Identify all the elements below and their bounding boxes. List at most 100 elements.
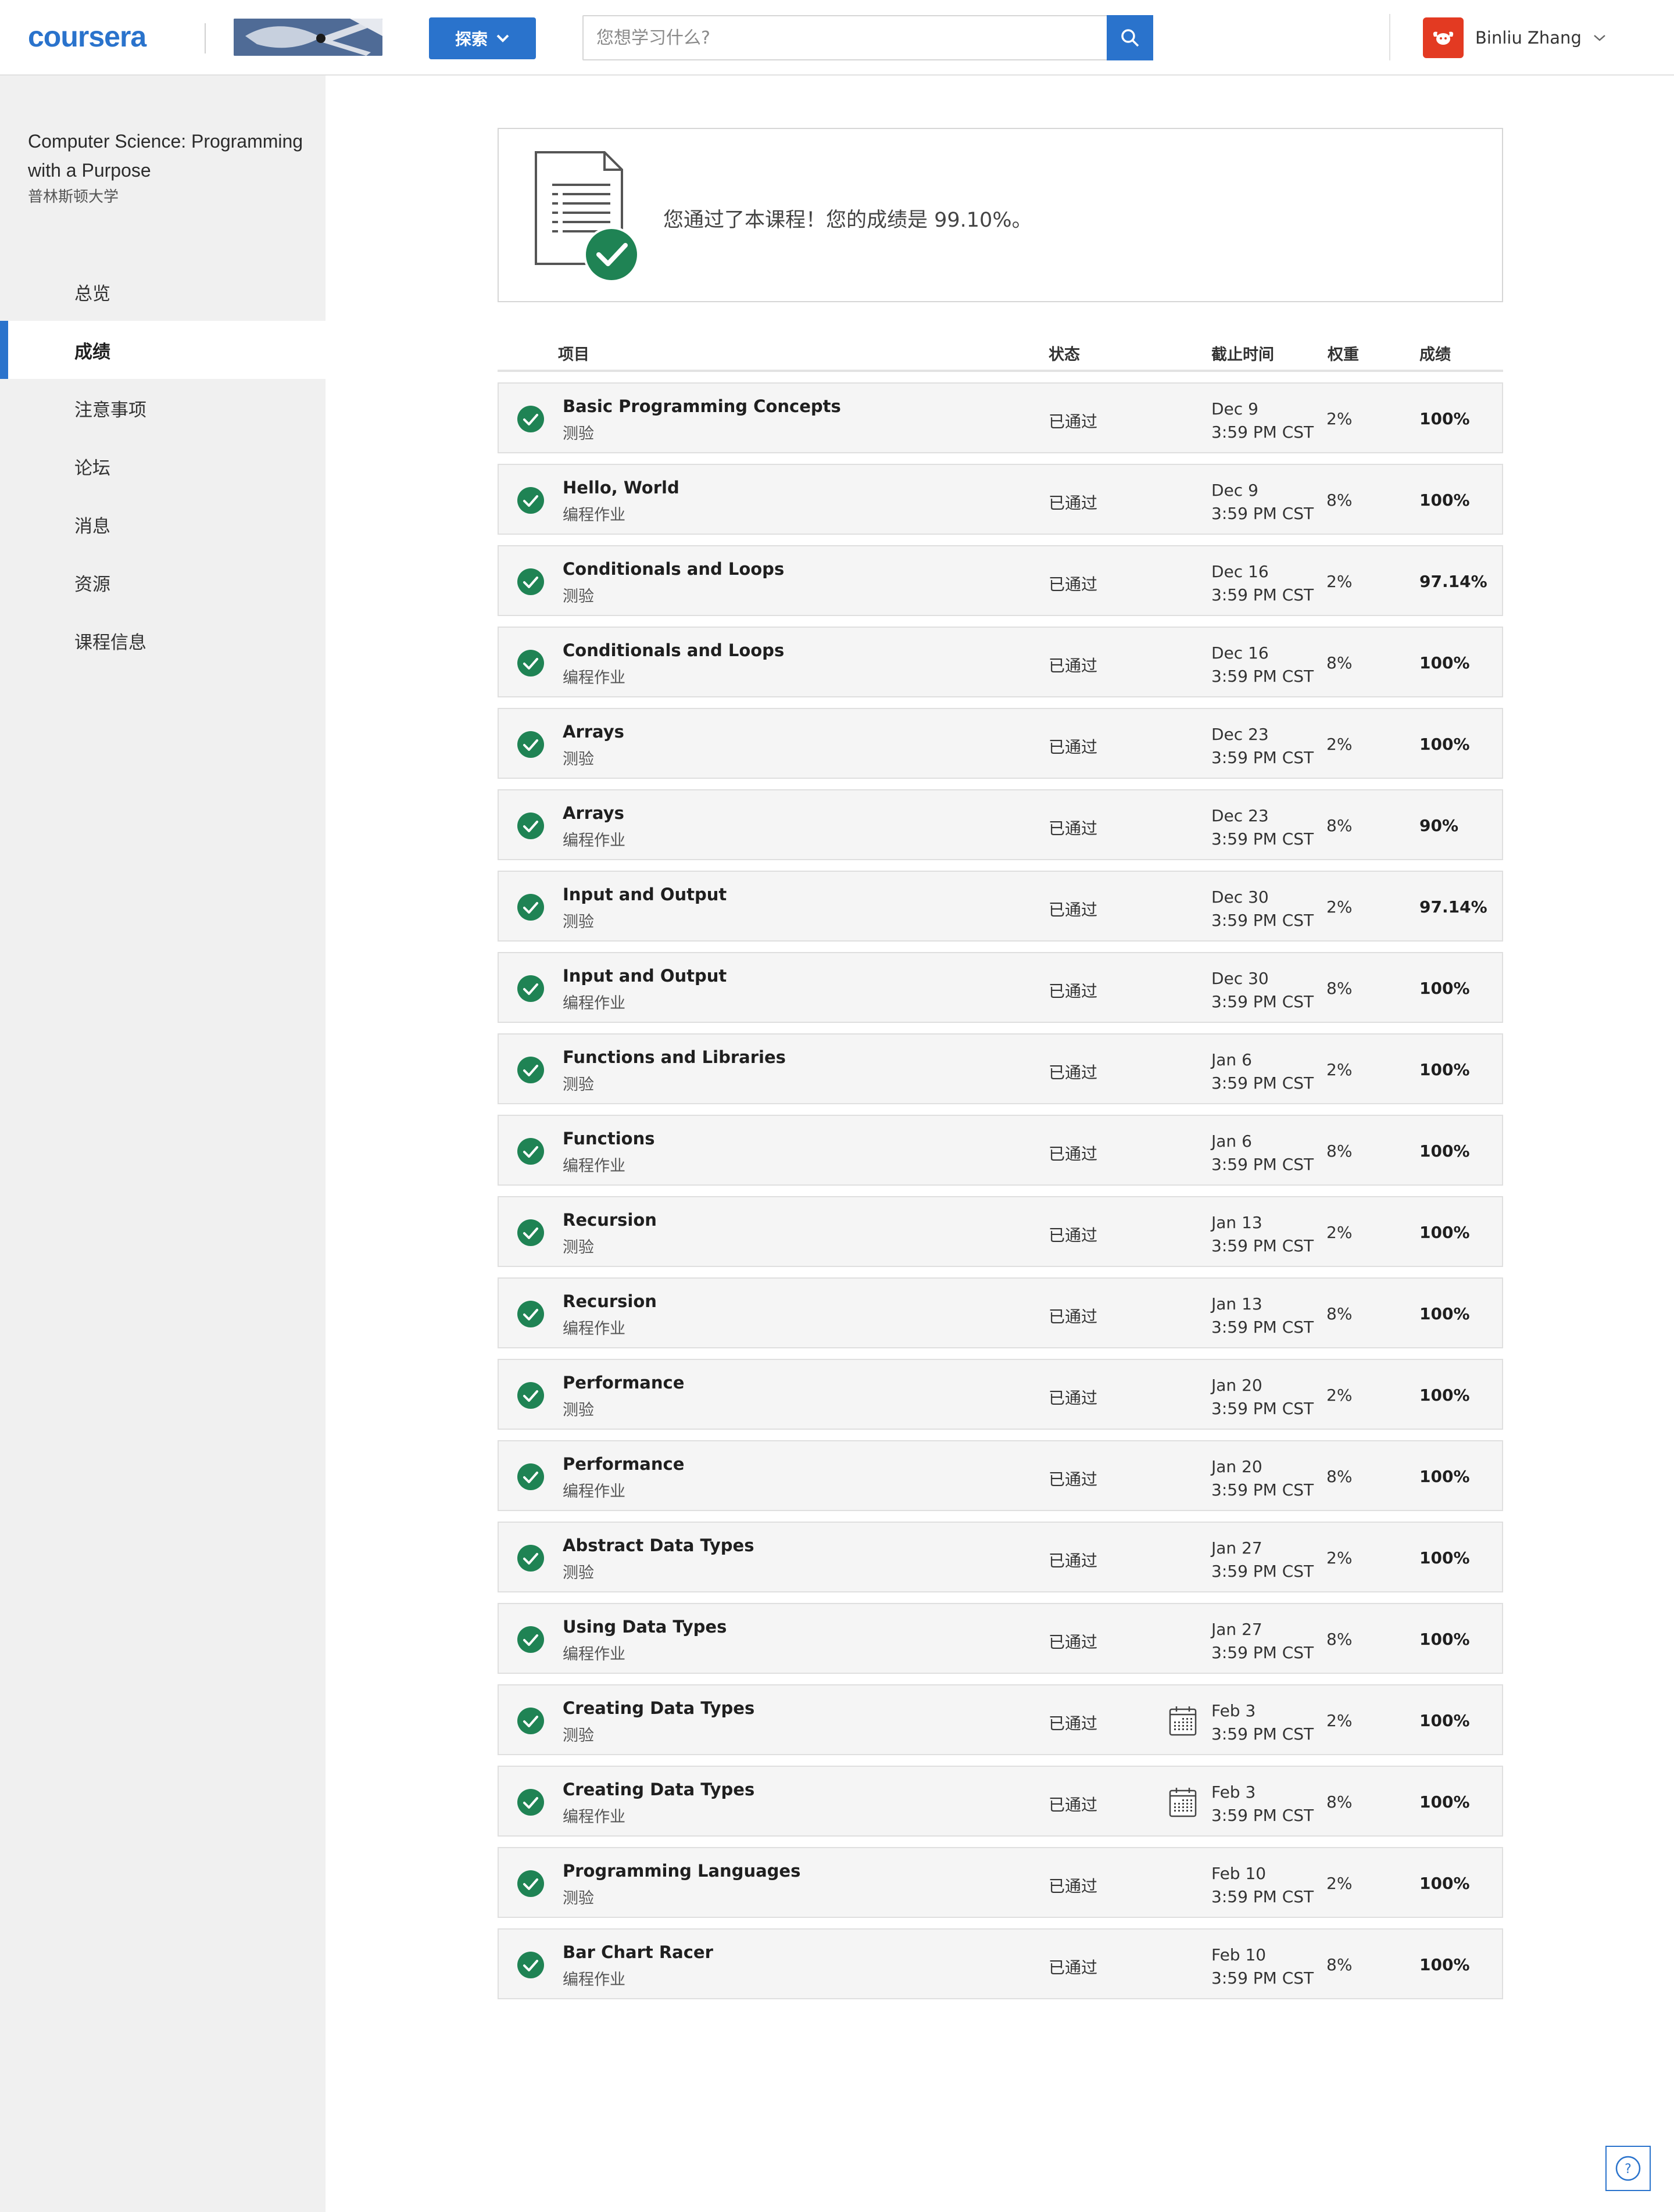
item-name[interactable]: Conditionals and Loops bbox=[563, 559, 784, 579]
item-status: 已通过 bbox=[1049, 412, 1098, 431]
table-row[interactable]: Hello, World 编程作业 已通过 Dec 9 3:59 PM CST 8% 100… bbox=[498, 464, 1503, 535]
coursera-logo[interactable]: coursera bbox=[28, 20, 146, 53]
course-title[interactable]: Computer Science: Programming with a Pur… bbox=[28, 127, 307, 185]
due-day: Jan 27 bbox=[1211, 1538, 1262, 1558]
item-name[interactable]: Performance bbox=[563, 1373, 684, 1393]
search-button[interactable] bbox=[1107, 15, 1153, 60]
item-status: 已通过 bbox=[1049, 1633, 1098, 1652]
check-circle-icon bbox=[517, 1219, 544, 1246]
item-name[interactable]: Basic Programming Concepts bbox=[563, 396, 841, 416]
item-weight: 8% bbox=[1326, 1467, 1353, 1486]
sidebar-item-6[interactable]: 课程信息 bbox=[0, 611, 326, 670]
item-name[interactable]: Creating Data Types bbox=[563, 1780, 754, 1799]
help-button[interactable]: ? bbox=[1605, 2146, 1651, 2191]
item-name[interactable]: Conditionals and Loops bbox=[563, 640, 784, 660]
due-date: Dec 9 3:59 PM CST bbox=[1211, 398, 1314, 444]
certificate-check-icon bbox=[535, 151, 639, 282]
table-row[interactable]: Abstract Data Types 测验 已通过 Jan 27 3:59 PM CS… bbox=[498, 1522, 1503, 1592]
item-name[interactable]: Hello, World bbox=[563, 478, 679, 497]
item-name[interactable]: Abstract Data Types bbox=[563, 1535, 754, 1555]
table-row[interactable]: Recursion 测验 已通过 Jan 13 3:59 PM CST 2% 100% bbox=[498, 1196, 1503, 1267]
item-name[interactable]: Recursion bbox=[563, 1291, 657, 1311]
table-row[interactable]: Recursion 编程作业 已通过 Jan 13 3:59 PM CST 8% 100% bbox=[498, 1277, 1503, 1348]
user-menu[interactable]: Binliu Zhang bbox=[1423, 17, 1606, 58]
pass-message: 您通过了本课程！您的成绩是 99.10%。 bbox=[663, 209, 1032, 232]
item-grade: 97.14% bbox=[1419, 572, 1487, 591]
item-weight: 2% bbox=[1326, 1223, 1353, 1242]
item-type: 测验 bbox=[563, 425, 594, 443]
due-day: Dec 30 bbox=[1211, 969, 1269, 988]
calendar-icon[interactable] bbox=[1168, 1705, 1197, 1737]
due-day: Dec 23 bbox=[1211, 725, 1269, 744]
explore-label: 探索 bbox=[455, 30, 488, 49]
item-grade: 100% bbox=[1419, 1223, 1470, 1242]
sidebar-item-label: 课程信息 bbox=[74, 632, 146, 653]
table-row[interactable]: Functions and Libraries 测验 已通过 Jan 6 3:59 PM… bbox=[498, 1033, 1503, 1104]
table-row[interactable]: Arrays 编程作业 已通过 Dec 23 3:59 PM CST 8% 90% bbox=[498, 789, 1503, 860]
sidebar-item-4[interactable]: 消息 bbox=[0, 495, 326, 553]
item-type: 编程作业 bbox=[563, 1971, 625, 1989]
item-name[interactable]: Recursion bbox=[563, 1210, 657, 1230]
table-row[interactable]: Functions 编程作业 已通过 Jan 6 3:59 PM CST 8% 100% bbox=[498, 1115, 1503, 1186]
table-row[interactable]: Input and Output 编程作业 已通过 Dec 30 3:59 PM CST… bbox=[498, 952, 1503, 1023]
search-input[interactable] bbox=[584, 16, 1104, 59]
table-row[interactable]: Conditionals and Loops 编程作业 已通过 Dec 16 3:59 … bbox=[498, 627, 1503, 697]
due-time: 3:59 PM CST bbox=[1211, 504, 1314, 523]
due-date: Jan 27 3:59 PM CST bbox=[1211, 1537, 1314, 1583]
item-name[interactable]: Functions and Libraries bbox=[563, 1047, 786, 1067]
due-date: Feb 3 3:59 PM CST bbox=[1211, 1781, 1314, 1827]
table-row[interactable]: Using Data Types 编程作业 已通过 Jan 27 3:59 PM CST… bbox=[498, 1603, 1503, 1674]
sidebar-item-0[interactable]: 总览 bbox=[0, 263, 326, 321]
item-grade: 100% bbox=[1419, 409, 1470, 428]
sidebar-item-label: 总览 bbox=[74, 283, 110, 305]
due-date: Jan 27 3:59 PM CST bbox=[1211, 1618, 1314, 1665]
item-status: 已通过 bbox=[1049, 900, 1098, 919]
check-circle-icon bbox=[517, 487, 544, 514]
due-date: Dec 9 3:59 PM CST bbox=[1211, 479, 1314, 525]
partner-logo[interactable] bbox=[234, 19, 382, 56]
course-university: 普林斯顿大学 bbox=[28, 188, 119, 206]
item-type: 编程作业 bbox=[563, 832, 625, 850]
item-name[interactable]: Creating Data Types bbox=[563, 1698, 754, 1718]
table-row[interactable]: Performance 测验 已通过 Jan 20 3:59 PM CST 2% 100% bbox=[498, 1359, 1503, 1430]
calendar-icon[interactable] bbox=[1168, 1787, 1197, 1818]
table-row[interactable]: Input and Output 测验 已通过 Dec 30 3:59 PM CST 2%… bbox=[498, 871, 1503, 942]
item-status: 已通过 bbox=[1049, 1226, 1098, 1245]
item-name[interactable]: Performance bbox=[563, 1454, 684, 1474]
item-name[interactable]: Using Data Types bbox=[563, 1617, 727, 1637]
item-name[interactable]: Bar Chart Racer bbox=[563, 1942, 713, 1962]
table-row[interactable]: Creating Data Types 编程作业 已通过 Feb 3 3:59 PM C… bbox=[498, 1766, 1503, 1837]
item-name[interactable]: Functions bbox=[563, 1129, 654, 1148]
due-day: Dec 9 bbox=[1211, 481, 1258, 500]
table-row[interactable]: Arrays 测验 已通过 Dec 23 3:59 PM CST 2% 100% bbox=[498, 708, 1503, 779]
sidebar-item-2[interactable]: 注意事项 bbox=[0, 379, 326, 437]
table-row[interactable]: Conditionals and Loops 测验 已通过 Dec 16 3:59 PM… bbox=[498, 545, 1503, 616]
item-name[interactable]: Arrays bbox=[563, 803, 624, 823]
table-row[interactable]: Programming Languages 测验 已通过 Feb 10 3:59 PM … bbox=[498, 1847, 1503, 1918]
item-name[interactable]: Programming Languages bbox=[563, 1861, 800, 1881]
due-time: 3:59 PM CST bbox=[1211, 1806, 1314, 1825]
header-grade: 成绩 bbox=[1419, 346, 1451, 364]
due-day: Jan 13 bbox=[1211, 1294, 1262, 1313]
item-status: 已通过 bbox=[1049, 1388, 1098, 1408]
top-header: coursera 探索 Binliu Zhang bbox=[0, 0, 1674, 76]
check-circle-icon bbox=[517, 731, 544, 758]
table-row[interactable]: Creating Data Types 测验 已通过 Feb 3 3:59 PM CST… bbox=[498, 1684, 1503, 1755]
due-time: 3:59 PM CST bbox=[1211, 829, 1314, 849]
check-circle-icon bbox=[517, 1870, 544, 1897]
item-name[interactable]: Input and Output bbox=[563, 885, 727, 904]
sidebar-item-5[interactable]: 资源 bbox=[0, 553, 326, 611]
table-row[interactable]: Bar Chart Racer 编程作业 已通过 Feb 10 3:59 PM CST 8… bbox=[498, 1928, 1503, 1999]
item-name[interactable]: Input and Output bbox=[563, 966, 727, 986]
table-row[interactable]: Basic Programming Concepts 测验 已通过 Dec 9 3:59… bbox=[498, 382, 1503, 453]
item-grade: 100% bbox=[1419, 1304, 1470, 1323]
explore-button[interactable]: 探索 bbox=[429, 17, 536, 59]
table-row[interactable]: Performance 编程作业 已通过 Jan 20 3:59 PM CST 8% 100… bbox=[498, 1440, 1503, 1511]
due-time: 3:59 PM CST bbox=[1211, 1724, 1314, 1744]
due-date: Jan 6 3:59 PM CST bbox=[1211, 1048, 1314, 1095]
item-name[interactable]: Arrays bbox=[563, 722, 624, 742]
sidebar-item-1[interactable]: 成绩 bbox=[0, 321, 326, 379]
search-bar bbox=[582, 15, 1153, 60]
sidebar-item-3[interactable]: 论坛 bbox=[0, 437, 326, 495]
item-grade: 100% bbox=[1419, 1792, 1470, 1812]
